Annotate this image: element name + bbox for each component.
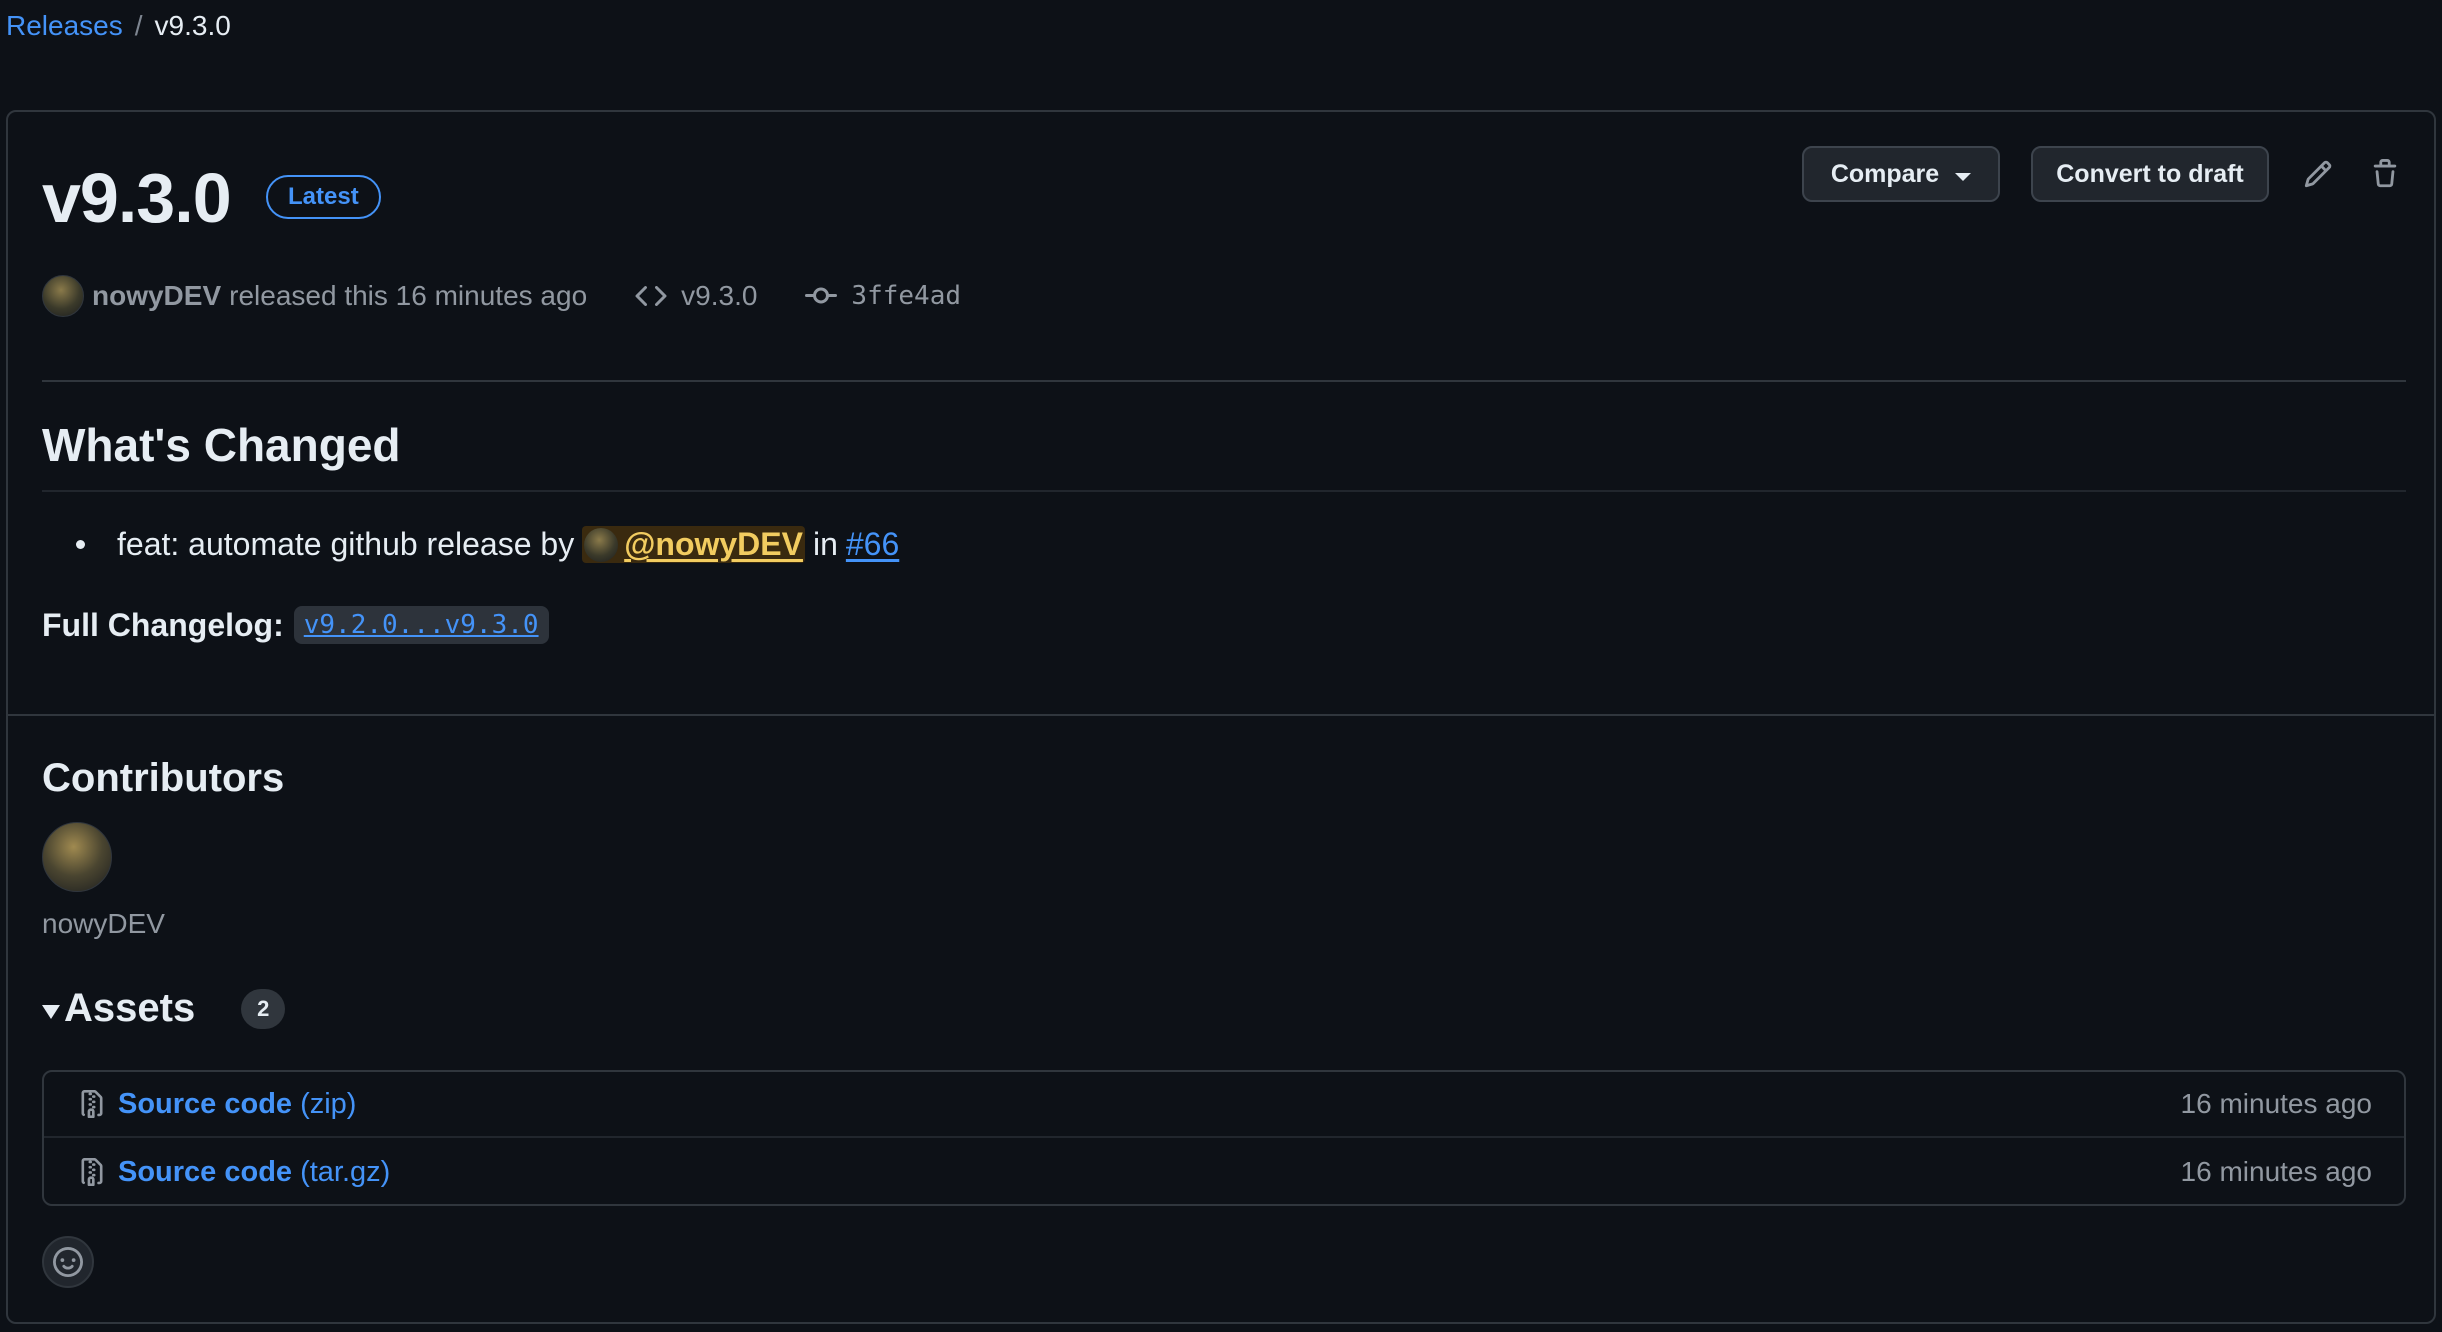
add-reaction-button[interactable] [42, 1236, 94, 1288]
release-card: v9.3.0 Latest Compare Convert to draft n… [6, 110, 2436, 1324]
assets-heading: Assets [64, 986, 196, 1030]
commit-link[interactable]: 3ffe4ad [805, 280, 961, 312]
divider [8, 714, 2434, 716]
asset-download-link[interactable]: Source code [118, 1156, 292, 1189]
breadcrumb-separator: / [134, 10, 143, 41]
list-item: Source code (tar.gz) 16 minutes ago [44, 1139, 2404, 1205]
mention-label: @nowyDEV [624, 526, 803, 562]
compare-button[interactable]: Compare [1802, 146, 2000, 202]
latest-badge: Latest [266, 175, 381, 219]
bullet-dot [76, 540, 85, 549]
triangle-down-icon [42, 1004, 60, 1019]
asset-extension: (tar.gz) [300, 1155, 391, 1188]
avatar [584, 527, 619, 562]
compare-label: Compare [1830, 159, 1940, 188]
full-changelog: Full Changelog: v9.2.0...v9.3.0 [42, 606, 549, 644]
code-icon [635, 285, 667, 307]
user-mention[interactable]: @nowyDEV [582, 526, 805, 563]
notes-heading: What's Changed [42, 419, 401, 471]
contributor-avatar[interactable] [42, 822, 112, 892]
file-zip-icon [81, 1158, 103, 1186]
changelog-compare-link[interactable]: v9.2.0...v9.3.0 [293, 606, 549, 644]
assets-count-badge: 2 [241, 988, 286, 1029]
contributor-name: nowyDEV [42, 908, 165, 939]
release-meta: nowyDEV released this 16 minutes ago v9.… [42, 274, 961, 318]
avatar[interactable] [42, 275, 84, 317]
asset-time: 16 minutes ago [2180, 1088, 2372, 1119]
convert-to-draft-button[interactable]: Convert to draft [2031, 146, 2269, 202]
tag-link[interactable]: v9.3.0 [635, 280, 757, 312]
chevron-down-icon [1955, 173, 1972, 181]
released-text: released this 16 minutes ago [229, 280, 588, 311]
breadcrumb: Releases / v9.3.0 [6, 8, 231, 44]
latest-badge-label: Latest [288, 183, 359, 210]
release-title: v9.3.0 [42, 159, 232, 237]
list-item: Source code (zip) 16 minutes ago [44, 1072, 2404, 1138]
list-item: feat: automate github release by @nowyDE… [76, 526, 899, 563]
commit-label: 3ffe4ad [851, 281, 961, 311]
asset-download-link[interactable]: Source code [118, 1088, 292, 1121]
asset-extension: (zip) [300, 1087, 357, 1120]
assets-list: Source code (zip) 16 minutes ago Source … [42, 1070, 2406, 1206]
asset-time: 16 minutes ago [2180, 1156, 2372, 1187]
trash-icon[interactable] [2365, 154, 2405, 194]
divider [42, 380, 2406, 382]
convert-to-draft-label: Convert to draft [2056, 159, 2244, 188]
breadcrumb-releases-link[interactable]: Releases [6, 8, 123, 44]
issue-link[interactable]: #66 [846, 526, 899, 563]
contributors-heading: Contributors [42, 756, 285, 800]
pencil-icon[interactable] [2298, 154, 2338, 194]
smiley-icon [53, 1247, 83, 1277]
changelog-label: Full Changelog: [42, 606, 284, 643]
commit-icon [805, 287, 838, 304]
breadcrumb-current: v9.3.0 [154, 10, 231, 41]
tag-label: v9.3.0 [681, 280, 758, 311]
author-link[interactable]: nowyDEV [92, 280, 221, 312]
list-item-text: feat: automate github release by [117, 526, 575, 562]
divider [42, 490, 2406, 492]
list-item-in: in [812, 526, 838, 562]
file-zip-icon [81, 1090, 103, 1118]
assets-toggle[interactable]: Assets 2 [42, 986, 286, 1031]
